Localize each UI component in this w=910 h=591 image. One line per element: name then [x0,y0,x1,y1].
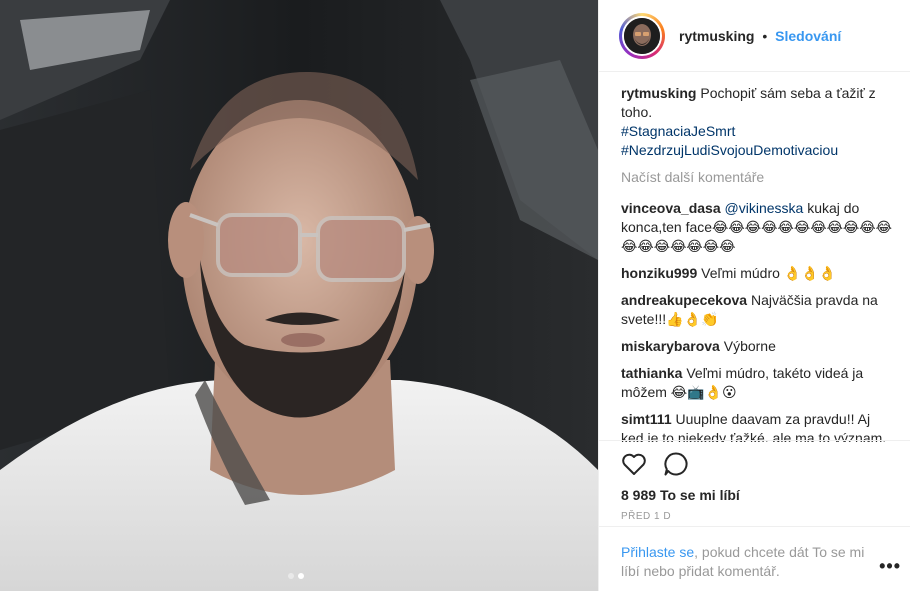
comment-text: Výborne [719,338,776,354]
comment-item: andreakupecekova Najväčšia pravda na sve… [621,291,894,329]
likes-count[interactable]: 8 989 To se mi líbí [621,487,895,503]
post-video[interactable] [0,0,598,591]
action-icons [621,441,895,481]
comment-username[interactable]: simt111 [621,411,672,427]
comment-username[interactable]: tathianka [621,365,682,381]
caption: rytmusking Pochopiť sám seba a ťažiť z t… [621,84,894,160]
header-separator: • [762,27,768,44]
comment-item: simt111 Uuuplne daavam za pravdu!! Aj ke… [621,410,894,442]
header-username[interactable]: rytmusking [679,28,754,44]
follow-button[interactable]: Sledování [775,28,841,44]
post-header: rytmusking • Sledování [599,0,910,72]
hashtag-link[interactable]: #NezdrzujLudiSvojouDemotivaciou [621,141,894,160]
more-options-icon[interactable]: ••• [879,557,901,576]
heart-icon[interactable] [621,452,647,479]
post-sidebar: rytmusking • Sledování rytmusking Pochop… [598,0,910,591]
comment-item: vinceova_dasa @vikinesska kukaj do konca… [621,199,894,256]
load-more-comments-button[interactable]: Načíst další komentáře [621,168,894,187]
comment-item: tathianka Veľmi múdro, takéto videá ja m… [621,364,894,402]
post-timestamp[interactable]: PŘED 1 D [621,511,895,522]
comment-username[interactable]: miskarybarova [621,338,720,354]
comments-list[interactable]: rytmusking Pochopiť sám seba a ťažiť z t… [599,72,910,442]
header-text: rytmusking • Sledování [679,28,841,44]
comment-username[interactable]: andreakupecekova [621,292,747,308]
post-actions: 8 989 To se mi líbí PŘED 1 D [599,440,910,522]
video-frame [0,0,598,591]
carousel-dot-active[interactable] [298,573,304,579]
likes-label: To se mi líbí [659,487,740,503]
avatar-story-ring[interactable] [619,12,665,59]
comment-icon[interactable] [663,451,689,480]
carousel-dot[interactable] [288,573,294,579]
hashtag-link[interactable]: #StagnaciaJeSmrt [621,122,894,141]
comment-item: honziku999 Veľmi múdro 👌👌👌 [621,264,894,283]
avatar-image [624,17,660,54]
comment-item: miskarybarova Výborne [621,337,894,356]
login-link[interactable]: Přihlaste se [621,544,694,560]
comment-text: Veľmi múdro 👌👌👌 [697,265,837,281]
comment-username[interactable]: vinceova_dasa [621,200,721,216]
carousel-indicator [288,573,304,579]
comment-username[interactable]: honziku999 [621,265,697,281]
post-container: rytmusking • Sledování rytmusking Pochop… [0,0,910,591]
comment-mention[interactable]: @vikinesska [725,200,804,216]
avatar[interactable] [622,15,662,56]
login-prompt: Přihlaste se, pokud chcete dát To se mi … [599,526,910,591]
caption-username[interactable]: rytmusking [621,85,696,101]
likes-number: 8 989 [621,487,657,503]
